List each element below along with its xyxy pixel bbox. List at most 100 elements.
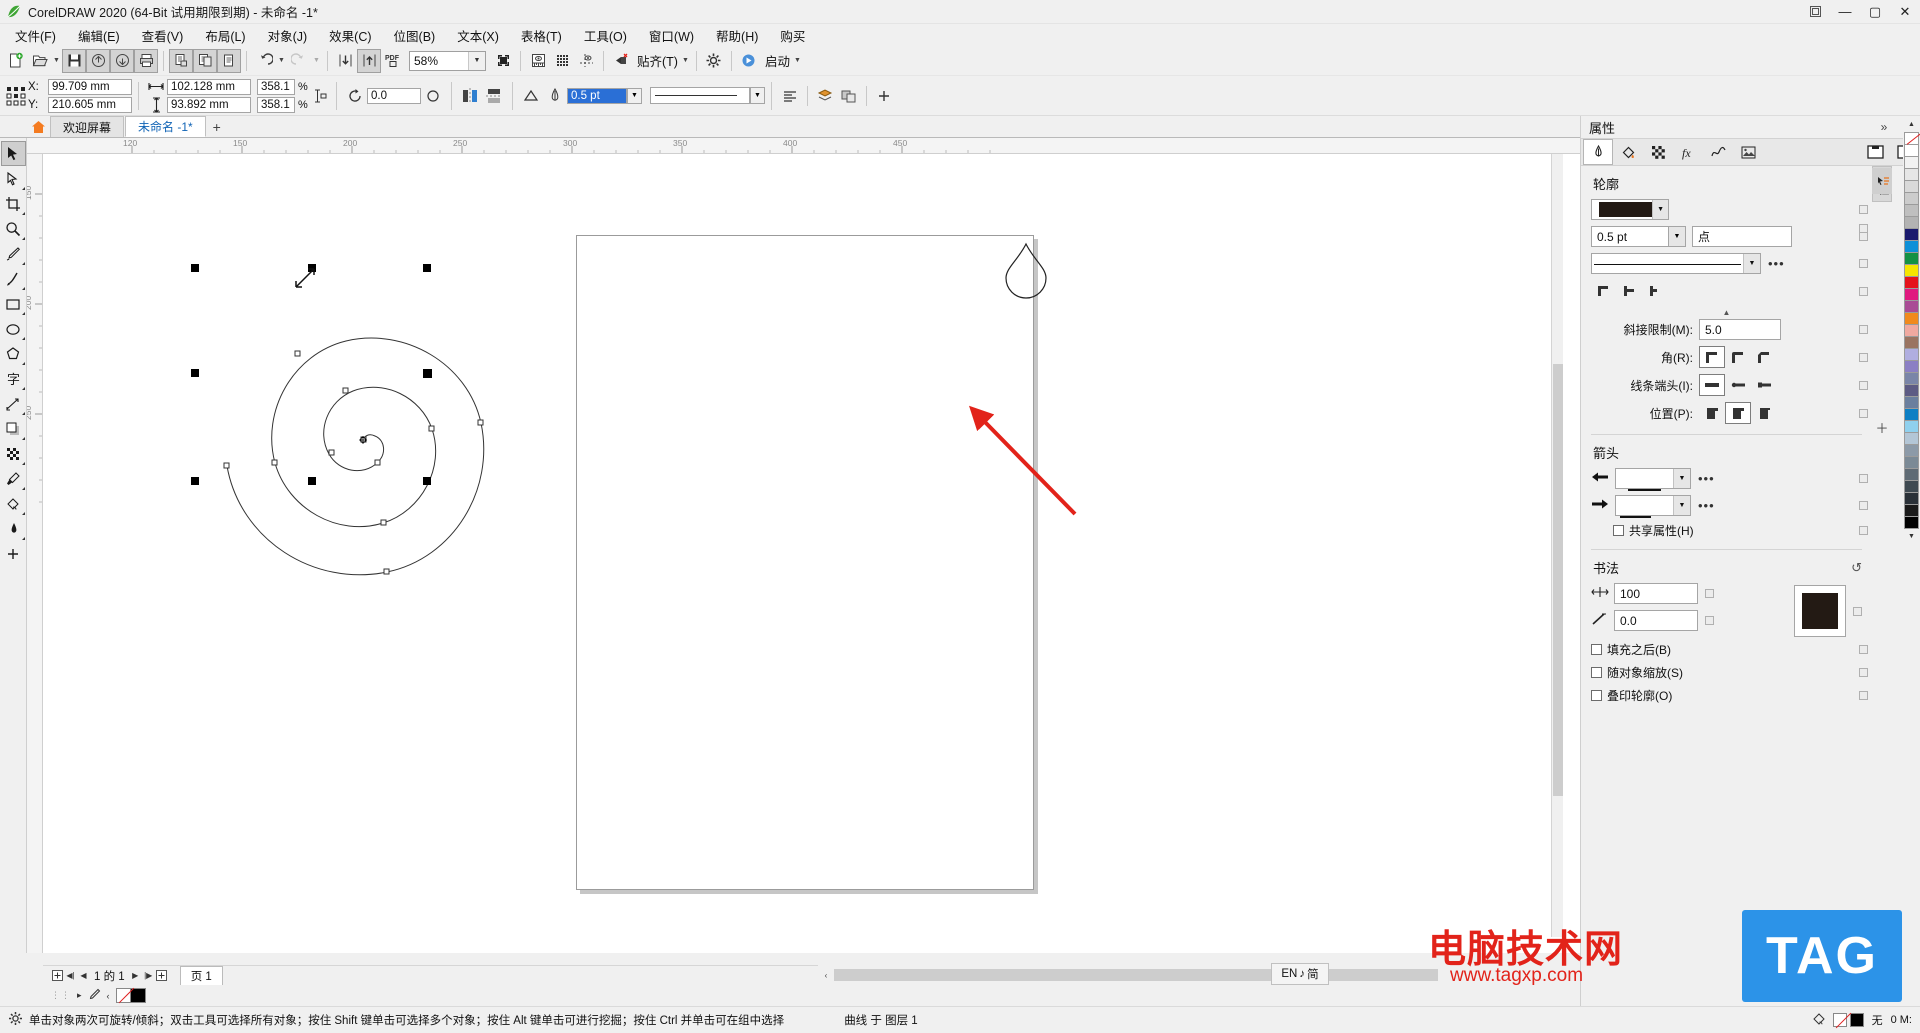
snap-to-icon[interactable] [609,49,633,73]
spiral-shape[interactable] [183,264,543,594]
export-document-icon[interactable] [357,48,381,73]
open-document-dropdown-icon[interactable]: ▼ [51,49,62,73]
outline-width-field[interactable]: 0.5 pt [1591,226,1669,247]
overprint-outline-checkbox[interactable] [1591,690,1602,701]
first-page-button[interactable]: ◀| [64,969,77,983]
end-arrow-dropdown-icon[interactable]: ▼ [1673,496,1690,515]
pin-behind-fill[interactable] [1859,645,1868,654]
prev-page-button[interactable]: ◀ [77,969,90,983]
snap-to-dropdown-icon[interactable]: ▼ [680,49,691,73]
menu-bitmap[interactable]: 位图(B) [383,23,447,48]
fill-tab[interactable] [1613,139,1643,165]
print-icon[interactable] [134,48,158,73]
menu-help[interactable]: 帮助(H) [705,23,769,48]
outline-style-preview[interactable]: ▼ [1591,253,1761,274]
pin-outline-color[interactable] [1859,205,1868,214]
menu-buy[interactable]: 购买 [769,23,816,48]
position-inside-icon[interactable] [1751,402,1777,424]
mirror-horizontal-icon[interactable] [458,84,482,108]
menu-window[interactable]: 窗口(W) [638,23,705,48]
line-style-dropdown-icon[interactable]: ▼ [750,87,765,104]
shape-tool[interactable] [1,166,26,191]
pin-share-attributes[interactable] [1859,526,1868,535]
add-tab-button[interactable]: + [207,116,227,137]
end-arrow-more-button[interactable]: ••• [1698,498,1715,513]
fill-none-swatch[interactable] [115,988,131,1003]
close-button[interactable]: ✕ [1890,0,1920,24]
rotation-anchor-icon[interactable] [421,84,445,108]
launch-dropdown-icon[interactable]: ▼ [792,49,803,73]
ellipse-tool[interactable] [1,316,26,341]
corner-preset-1-icon[interactable] [1591,280,1617,302]
rectangle-tool[interactable] [1,291,26,316]
transparency-tab[interactable] [1643,139,1673,165]
add-page-icon[interactable] [51,969,64,983]
share-attributes-checkbox[interactable] [1613,525,1624,536]
menu-text[interactable]: 文本(X) [446,23,510,48]
corner-preset-3-icon[interactable] [1643,280,1669,302]
status-fill-icon[interactable] [1811,1011,1827,1030]
menu-table[interactable]: 表格(T) [510,23,573,48]
show-rulers-icon[interactable] [526,49,550,73]
calligraphy-angle-input[interactable]: 0.0 [1614,610,1698,631]
copy-icon[interactable] [193,48,217,73]
add-property-icon[interactable] [872,84,896,108]
bitmap-tab[interactable] [1733,139,1763,165]
collapse-outline-chevron-icon[interactable]: ▲ [1591,308,1862,317]
mirror-vertical-icon[interactable] [482,84,506,108]
y-position-input[interactable]: 210.605 mm [48,96,132,113]
horizontal-ruler[interactable]: 120 150 200 250 300 350 400 450 [27,138,1580,154]
outline-tab[interactable] [1583,139,1613,165]
save-document-icon[interactable] [62,48,86,73]
outline-color-dropdown-icon[interactable]: ▼ [1652,200,1668,219]
share-attributes-row[interactable]: 共享属性(H) [1613,522,1868,539]
drop-shadow-tool[interactable] [1,416,26,441]
line-style-preview[interactable] [650,87,750,104]
status-outline-swatch[interactable] [1849,1013,1864,1027]
pin-outline-position[interactable] [1859,408,1868,418]
undo-dropdown-icon[interactable]: ▼ [276,49,287,73]
pin-corner[interactable] [1859,352,1868,362]
calligraphy-nib-preview[interactable] [1794,585,1846,637]
pin-stretch[interactable] [1705,589,1714,598]
outline-width-dropdown-icon[interactable]: ▼ [627,87,642,104]
minimize-button[interactable]: — [1830,0,1860,24]
paste-icon[interactable] [217,48,241,73]
object-origin-icon[interactable] [4,79,28,113]
menu-effects[interactable]: 效果(C) [318,23,382,48]
parallel-dimension-tool[interactable] [1,391,26,416]
vertical-scroll-thumb[interactable] [1553,364,1563,796]
zoom-tool[interactable] [1,216,26,241]
ime-indicator[interactable]: EN ♪ 简 [1271,963,1329,985]
snap-to-label[interactable]: 贴齐(T) [637,51,678,70]
outline-pen-icon[interactable] [543,84,567,108]
crop-tool[interactable] [1,191,26,216]
polygon-tool[interactable] [1,341,26,366]
corner-miter-icon[interactable] [1699,346,1725,368]
outline-color-swatch-dock[interactable] [1599,202,1653,217]
cap-round-icon[interactable] [1725,374,1751,396]
order-icon[interactable] [813,84,837,108]
collapse-dock-icon[interactable]: » [1872,116,1896,138]
outline-width-picker-icon[interactable] [519,84,543,108]
calligraphy-stretch-input[interactable]: 100 [1614,583,1698,604]
position-centered-icon[interactable] [1725,402,1751,424]
outline-style-dropdown-icon[interactable]: ▼ [1743,254,1760,273]
menu-layout[interactable]: 布局(L) [194,23,256,48]
outline-unit-field[interactable]: 点 [1692,226,1792,247]
outline-color-picker[interactable]: ▼ [1591,199,1669,220]
miter-limit-input[interactable]: 5.0 [1699,319,1781,340]
overprint-outline-row[interactable]: 叠印轮廓(O) [1591,687,1868,704]
add-page-end-icon[interactable] [155,969,168,983]
scale-with-object-checkbox[interactable] [1591,667,1602,678]
show-grid-icon[interactable] [550,49,574,73]
position-outside-icon[interactable] [1699,402,1725,424]
pin-outline-width[interactable] [1859,232,1868,241]
rotation-icon[interactable] [343,84,367,108]
pin-scale-with-object[interactable] [1859,668,1868,677]
calligraphy-reset-icon[interactable]: ↺ [1851,560,1862,576]
scale-height-input[interactable]: 358.1 [257,96,295,113]
palette-swatch-none[interactable] [1904,132,1919,145]
scale-width-input[interactable]: 358.1 [257,78,295,95]
menu-file[interactable]: 文件(F) [4,23,67,48]
